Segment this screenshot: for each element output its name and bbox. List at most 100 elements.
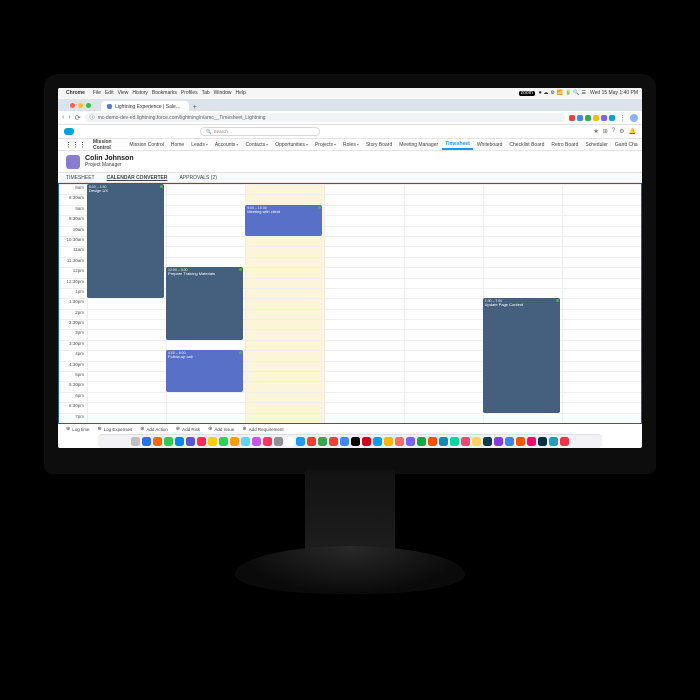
dock-app-icon[interactable] [351,437,360,446]
dock-app-icon[interactable] [395,437,404,446]
menubar-item[interactable]: Edit [105,90,114,96]
zoom-indicator[interactable]: zoom [519,91,535,96]
calendar-event[interactable]: 4:00 – 6:00Follow-up call [166,350,243,392]
dock-app-icon[interactable] [406,437,415,446]
nav-tab[interactable]: Roles▾ [340,139,363,150]
salesforce-logo-icon[interactable] [64,128,74,135]
nav-tab[interactable]: Leads▾ [188,139,212,150]
dock-app-icon[interactable] [241,437,250,446]
tray-icon[interactable]: 📶 [557,91,563,96]
nav-tab[interactable]: Retro Board [548,139,582,150]
nav-tab[interactable]: Meeting Manager [396,139,442,150]
dock-app-icon[interactable] [560,437,569,446]
nav-tab[interactable]: Home [167,139,187,150]
menubar-item[interactable]: Help [235,90,245,96]
dock-app-icon[interactable] [428,437,437,446]
dock-app-icon[interactable] [296,437,305,446]
menubar-item[interactable]: View [118,90,129,96]
dock-app-icon[interactable] [175,437,184,446]
calendar-event[interactable]: 8:00 – 1:30Design UX [87,184,164,298]
subtab[interactable]: APPROVALS (2) [179,175,216,181]
page-action[interactable]: ⊕Add Requirement [242,426,283,432]
nav-tab[interactable]: Whiteboard [473,139,506,150]
dock-app-icon[interactable] [384,437,393,446]
dock-app-icon[interactable] [461,437,470,446]
dock-app-icon[interactable] [527,437,536,446]
page-action[interactable]: ⊕Add Issue [208,426,234,432]
extension-icon[interactable] [577,115,583,121]
tray-icon[interactable]: ⚙︎ [550,91,554,96]
menubar-item[interactable]: Profiles [181,90,198,96]
dock-app-icon[interactable] [549,437,558,446]
dock-app-icon[interactable] [274,437,283,446]
nav-tab[interactable]: Gantt Chart [611,139,638,150]
address-bar[interactable]: ⓘ mc-demo-dev-ed.lightning.force.com/lig… [85,113,565,122]
window-minimize-icon[interactable] [78,103,83,108]
dock-app-icon[interactable] [263,437,272,446]
menubar-item[interactable]: File [93,90,101,96]
subtab[interactable]: TIMESHEET [66,175,95,181]
nav-tab[interactable]: Story Board [362,139,395,150]
extension-icon[interactable] [569,115,575,121]
dock-app-icon[interactable] [505,437,514,446]
dock-app-icon[interactable] [494,437,503,446]
dock-app-icon[interactable] [285,437,294,446]
nav-tab[interactable]: Timesheet [442,139,474,150]
menubar-item[interactable]: Tab [202,90,210,96]
dock-app-icon[interactable] [483,437,492,446]
menubar-clock[interactable]: Wed 15 May 1:40 PM [590,91,638,96]
tray-icon[interactable]: ⏺ [539,91,542,96]
header-utility-icon[interactable]: ⚙ [619,128,624,135]
nav-tab[interactable]: Contacts▾ [242,139,272,150]
dock-app-icon[interactable] [164,437,173,446]
tray-icon[interactable]: 🔍 [573,91,579,96]
calendar[interactable]: 8am8:30am9am9:30am10am10:30am11am11:30am… [58,183,642,424]
dock-app-icon[interactable] [538,437,547,446]
dock-app-icon[interactable] [329,437,338,446]
dock-app-icon[interactable] [252,437,261,446]
dock-app-icon[interactable] [230,437,239,446]
calendar-event[interactable]: 12:00 – 3:30Prepare Training Materials [166,267,243,340]
nav-tab[interactable]: Projects▾ [311,139,339,150]
extension-icon[interactable] [585,115,591,121]
header-utility-icon[interactable]: ? [612,128,615,135]
nav-back-icon[interactable]: ‹ [62,114,64,121]
dock-app-icon[interactable] [472,437,481,446]
nav-tab[interactable]: Accounts▾ [211,139,242,150]
extension-icon[interactable] [601,115,607,121]
dock-app-icon[interactable] [197,437,206,446]
page-action[interactable]: ⊕Log Expenses [97,426,132,432]
calendar-day-column[interactable] [404,184,483,423]
dock-app-icon[interactable] [516,437,525,446]
global-search-input[interactable]: 🔍 Search… [200,127,320,136]
nav-reload-icon[interactable]: ⟳ [75,114,81,122]
profile-avatar[interactable] [630,114,638,122]
dock-app-icon[interactable] [340,437,349,446]
menubar-item[interactable]: Window [214,90,232,96]
dock-app-icon[interactable] [362,437,371,446]
calendar-event[interactable]: 1:30 – 7:00Update Page Content [483,298,560,412]
window-close-icon[interactable] [70,103,75,108]
subtab[interactable]: CALENDAR CONVERTER [107,175,168,181]
extension-icon[interactable] [593,115,599,121]
menubar-item[interactable]: History [132,90,148,96]
dock-app-icon[interactable] [219,437,228,446]
dock-app-icon[interactable] [153,437,162,446]
chrome-menu-icon[interactable]: ⋮ [619,114,626,122]
nav-tab[interactable]: Mission Control [126,139,167,150]
dock-app-icon[interactable] [373,437,382,446]
new-tab-button[interactable]: + [190,104,200,111]
tray-icon[interactable]: 🔋 [565,91,571,96]
dock-app-icon[interactable] [318,437,327,446]
dock-app-icon[interactable] [439,437,448,446]
tray-icon[interactable]: ☁︎ [543,91,548,96]
dock-app-icon[interactable] [208,437,217,446]
header-utility-icon[interactable]: 🔔 [629,128,636,135]
calendar-day-column[interactable] [562,184,641,423]
dock-app-icon[interactable] [131,437,140,446]
calendar-day-column[interactable] [324,184,403,423]
page-action[interactable]: ⊕Add Risk [176,426,200,432]
page-action[interactable]: ⊕Add Action [140,426,168,432]
dock-app-icon[interactable] [186,437,195,446]
nav-forward-icon[interactable]: › [68,114,70,121]
